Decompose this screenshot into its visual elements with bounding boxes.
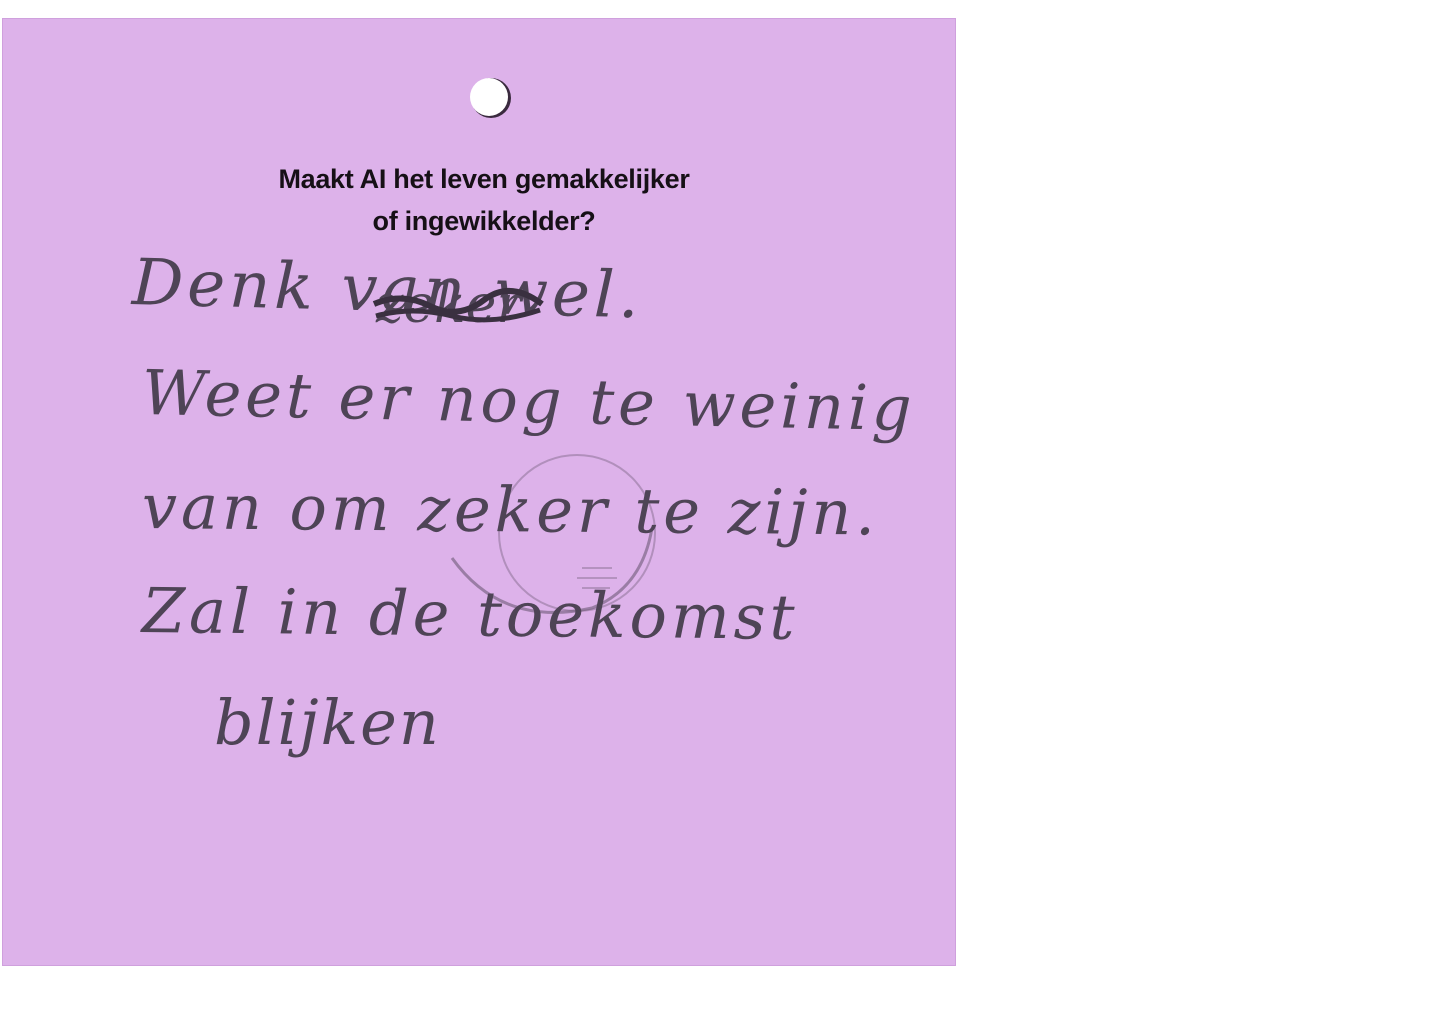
punch-hole-icon <box>470 78 508 116</box>
question-line-1: Maakt AI het leven gemakkelijker <box>278 164 690 194</box>
crossed-out-word-text: zeker <box>375 275 524 335</box>
question-line-2: of ingewikkelder? <box>372 206 596 236</box>
crossed-out-word: zeker <box>372 275 544 335</box>
card-question: Maakt AI het leven gemakkelijker of inge… <box>2 158 966 242</box>
answer-line: Zal in de toekomst <box>141 574 799 654</box>
answer-card: Maakt AI het leven gemakkelijker of inge… <box>2 18 956 966</box>
answer-line: blijken <box>214 686 441 759</box>
answer-line: Weet er nog te weinig <box>141 356 917 446</box>
answer-line: van om zeker te zijn. <box>141 470 880 550</box>
